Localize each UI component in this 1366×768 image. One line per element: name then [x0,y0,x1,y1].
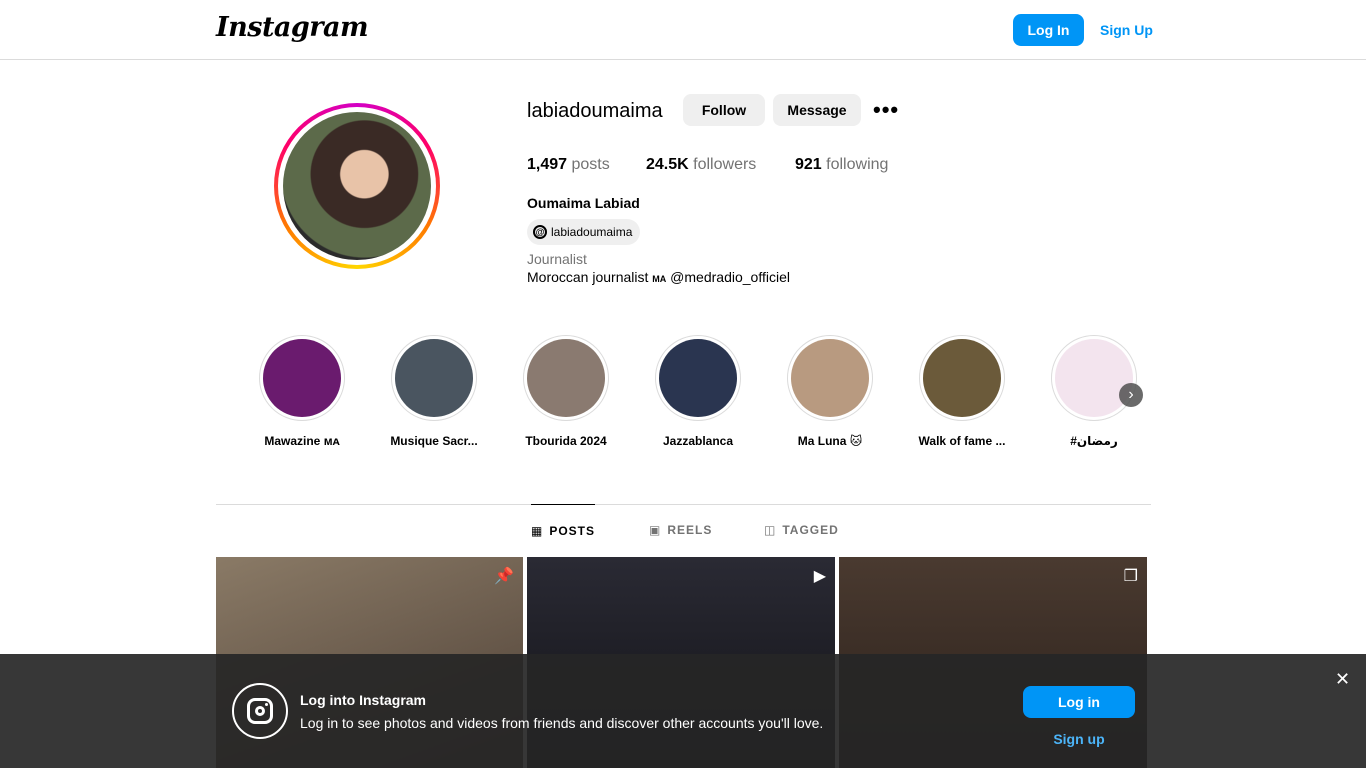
login-button[interactable]: Log In [1013,14,1084,46]
signup-link[interactable]: Sign Up [1100,22,1153,38]
follow-button[interactable]: Follow [683,94,765,126]
posts-label: posts [571,156,610,173]
profile-avatar[interactable] [274,103,440,269]
highlight-label: Walk of fame ... [918,434,1006,448]
tab-tagged[interactable]: ◫ TAGGED [764,504,839,556]
top-navigation-bar: Instagram Log In Sign Up [0,0,1366,60]
profile-full-name: Oumaima Labiad [527,195,640,211]
tab-reels[interactable]: ▣ REELS [649,504,712,556]
banner-signup-link[interactable]: Sign up [1023,731,1135,747]
profile-bio: Moroccan journalist MA @medradio_officie… [527,269,790,285]
followers-label: followers [693,156,757,173]
story-highlight[interactable]: Walk of fame ... [918,335,1006,448]
highlight-ring [1051,335,1137,421]
story-highlight[interactable]: Mawazine ᴍᴀ [258,335,346,448]
highlight-cover [395,339,473,417]
following-label: following [826,156,889,173]
banner-login-button[interactable]: Log in [1023,686,1135,718]
tab-label: REELS [667,523,713,537]
highlight-label: Musique Sacr... [390,434,478,448]
highlight-ring [391,335,477,421]
story-highlight[interactable]: Ma Luna 🐱 [786,335,874,448]
highlight-cover [791,339,869,417]
profile-username: labiadoumaima [527,100,663,122]
tab-label: POSTS [549,523,596,538]
highlight-cover [923,339,1001,417]
highlight-ring [523,335,609,421]
profile-category: Journalist [527,251,587,267]
followers-stat[interactable]: 24.5K followers [646,156,756,174]
following-count: 921 [795,156,822,173]
bio-mention-link[interactable]: @medradio_officiel [670,269,790,285]
bio-flag: MA [652,274,667,284]
banner-text: Log in to see photos and videos from fri… [300,715,824,731]
message-button[interactable]: Message [773,94,861,126]
reel-icon: ▶ [813,568,826,585]
highlight-label: Tbourida 2024 [525,434,607,448]
posts-count-stat: 1,497 posts [527,156,610,174]
bio-text: Moroccan journalist [527,269,649,285]
highlight-ring [655,335,741,421]
instagram-logo[interactable]: Instagram [216,12,369,43]
story-highlight[interactable]: Tbourida 2024 [522,335,610,448]
highlight-label: Ma Luna 🐱 [797,434,863,448]
grid-icon: ▦ [531,523,544,538]
threads-badge[interactable]: @ labiadoumaima [527,219,641,245]
highlight-cover [263,339,341,417]
tagged-icon: ◫ [764,523,777,537]
avatar-border [278,107,436,265]
followers-count: 24.5K [646,156,689,173]
threads-handle: labiadoumaima [551,225,633,239]
more-options-icon[interactable]: ••• [873,97,899,123]
story-highlight[interactable]: Jazzablanca [654,335,742,448]
highlight-cover [1055,339,1133,417]
carousel-icon: ❐ [1123,568,1138,585]
highlight-label: Mawazine ᴍᴀ [264,434,340,448]
reels-icon: ▣ [649,523,662,537]
instagram-icon [232,683,288,739]
tab-posts[interactable]: ▦ POSTS [531,504,596,556]
highlight-cover [659,339,737,417]
highlight-ring [787,335,873,421]
avatar-photo [283,112,431,260]
highlights-next-icon[interactable]: › [1119,383,1143,407]
login-prompt-banner: Log into Instagram Log in to see photos … [0,654,1366,768]
highlight-ring [259,335,345,421]
highlight-ring [919,335,1005,421]
highlight-label: #رمضان [1070,434,1118,448]
highlight-label: Jazzablanca [662,434,734,448]
close-icon[interactable]: ✕ [1335,669,1350,690]
highlight-cover [527,339,605,417]
following-stat[interactable]: 921 following [795,156,888,174]
camera-glyph [247,698,273,724]
pin-icon: 📌 [494,568,514,585]
tab-label: TAGGED [782,523,839,537]
banner-title: Log into Instagram [300,692,426,708]
posts-count: 1,497 [527,156,568,173]
threads-icon: @ [533,225,547,239]
story-highlight[interactable]: Musique Sacr... [390,335,478,448]
